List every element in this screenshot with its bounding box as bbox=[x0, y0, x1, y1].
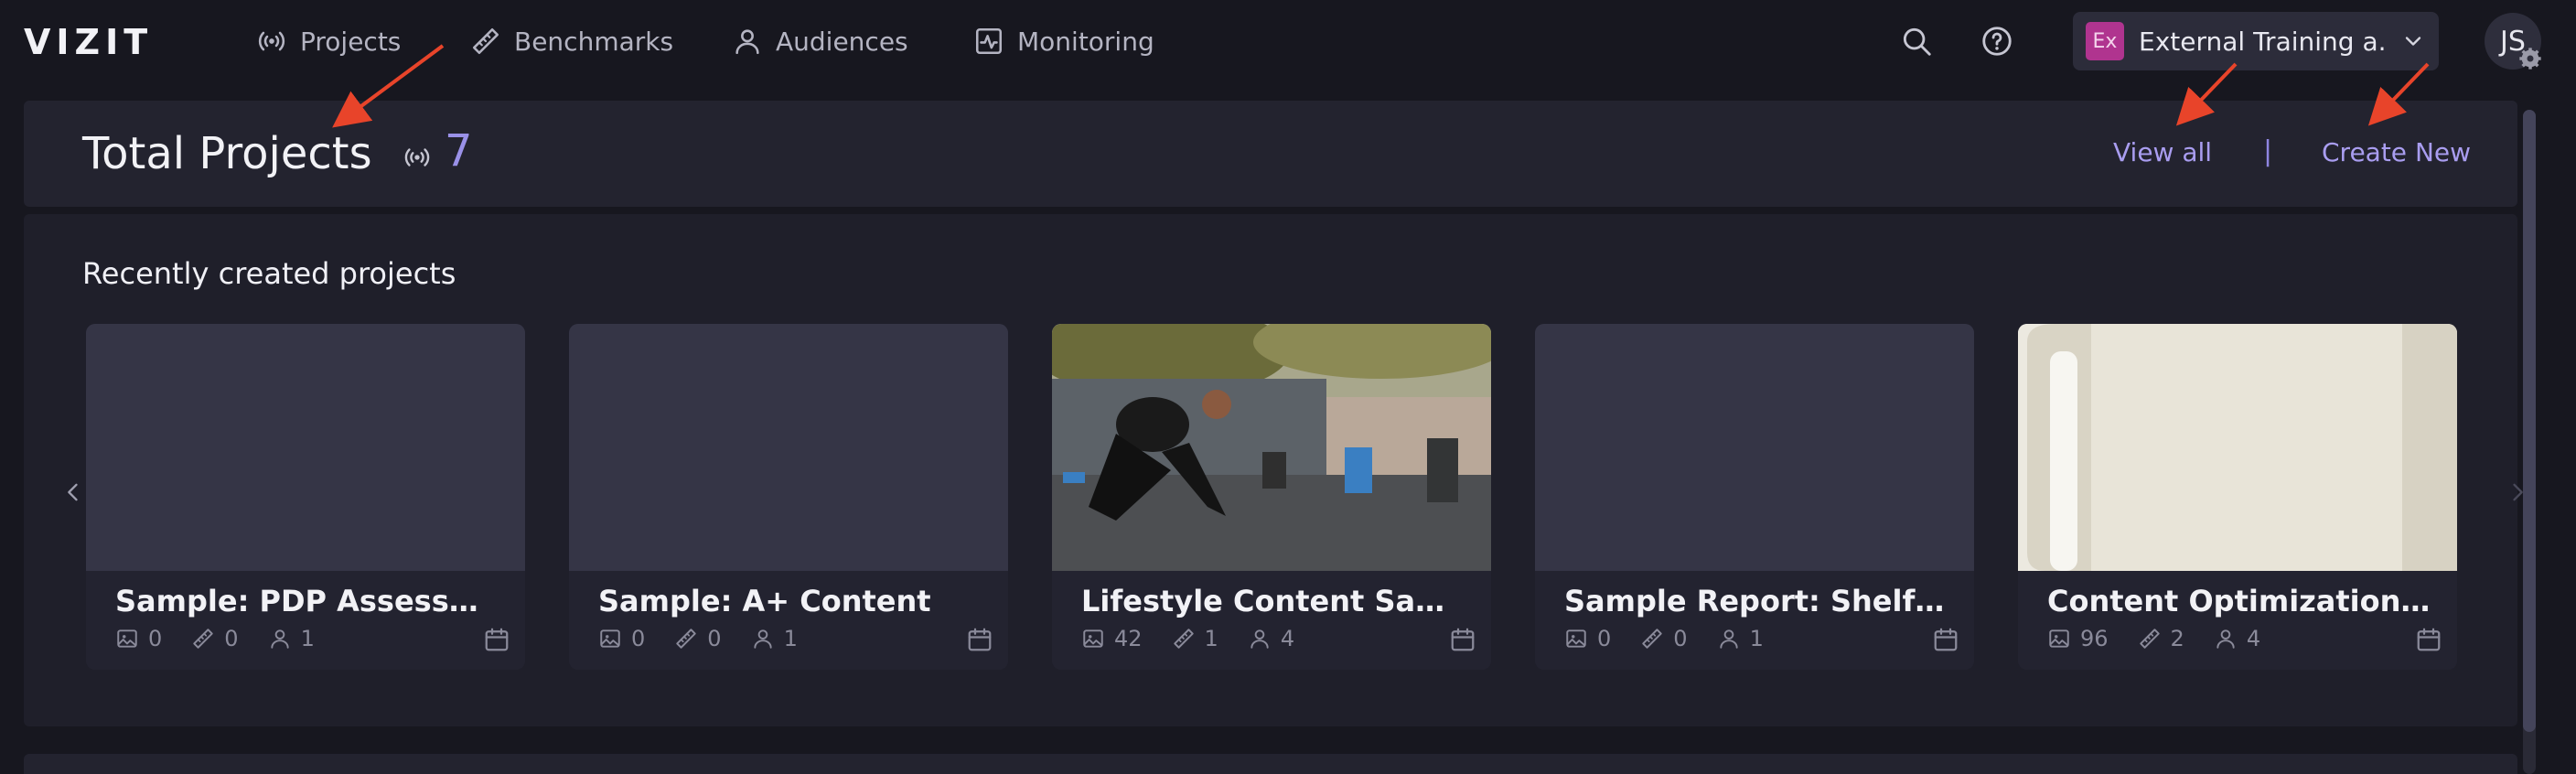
help-icon[interactable] bbox=[1980, 24, 2014, 59]
organization-select[interactable]: Ex External Training a... bbox=[2073, 12, 2439, 70]
user-icon bbox=[2214, 627, 2238, 650]
benchmark-count: 0 bbox=[224, 626, 239, 651]
user-icon bbox=[268, 627, 292, 650]
chevron-down-icon bbox=[2405, 37, 2421, 46]
project-count: 7 bbox=[445, 125, 473, 177]
ruler-icon bbox=[1172, 627, 1196, 650]
project-thumbnail bbox=[1535, 324, 1974, 571]
vizit-logo[interactable]: VIZIT bbox=[24, 22, 153, 62]
benchmark-count: 0 bbox=[1673, 626, 1688, 651]
project-card[interactable]: Lifestyle Content Sample ... 42 1 4 bbox=[1052, 324, 1491, 670]
image-icon bbox=[115, 627, 139, 650]
image-count: 0 bbox=[1597, 626, 1612, 651]
chevron-left-icon[interactable] bbox=[60, 479, 86, 505]
org-badge: Ex bbox=[2086, 22, 2124, 60]
user-icon bbox=[751, 627, 775, 650]
nav-benchmarks[interactable]: Benchmarks bbox=[470, 22, 673, 60]
user-icon bbox=[1248, 627, 1272, 650]
monitor-chart-icon bbox=[973, 26, 1004, 57]
project-card[interactable]: Content Optimization Sam... 96 2 4 bbox=[2018, 324, 2457, 670]
view-all-link[interactable]: View all bbox=[2113, 137, 2212, 167]
audience-count: 1 bbox=[1749, 626, 1764, 651]
ruler-icon bbox=[470, 26, 501, 57]
project-name: Content Optimization Sam... bbox=[2047, 584, 2431, 618]
project-stats: 0 0 1 bbox=[115, 626, 335, 651]
project-thumbnail bbox=[569, 324, 1008, 571]
user-icon bbox=[732, 26, 763, 57]
nav-projects[interactable]: Projects bbox=[256, 22, 401, 60]
project-stats: 0 0 1 bbox=[598, 626, 818, 651]
benchmark-count: 0 bbox=[707, 626, 722, 651]
calendar-icon[interactable] bbox=[2415, 626, 2442, 653]
create-new-link[interactable]: Create New bbox=[2322, 137, 2471, 167]
ruler-icon bbox=[674, 627, 698, 650]
project-name: Lifestyle Content Sample ... bbox=[1081, 584, 1465, 618]
project-stats: 96 2 4 bbox=[2047, 626, 2281, 651]
project-card-footer: Content Optimization Sam... 96 2 4 bbox=[2018, 571, 2457, 670]
project-name: Sample Report: Shelf Tests bbox=[1564, 584, 1948, 618]
nav-monitoring-label: Monitoring bbox=[1017, 26, 1154, 57]
broadcast-icon bbox=[256, 26, 287, 57]
project-card-footer: Sample: A+ Content 0 0 1 bbox=[569, 571, 1008, 670]
calendar-icon[interactable] bbox=[1449, 626, 1476, 653]
project-thumbnail bbox=[86, 324, 525, 571]
benchmark-count: 2 bbox=[2170, 626, 2184, 651]
audience-count: 1 bbox=[300, 626, 315, 651]
project-card-footer: Lifestyle Content Sample ... 42 1 4 bbox=[1052, 571, 1491, 670]
audience-count: 4 bbox=[2246, 626, 2261, 651]
project-name: Sample: A+ Content bbox=[598, 584, 931, 618]
scrollbar-thumb[interactable] bbox=[2523, 110, 2536, 732]
image-count: 42 bbox=[1114, 626, 1143, 651]
top-navigation: VIZIT Projects Benchmarks Audiences Moni… bbox=[0, 0, 2576, 82]
calendar-icon[interactable] bbox=[966, 626, 993, 653]
ruler-icon bbox=[191, 627, 215, 650]
nav-audiences[interactable]: Audiences bbox=[732, 22, 908, 60]
gear-icon[interactable] bbox=[2517, 46, 2543, 71]
nav-projects-label: Projects bbox=[300, 26, 402, 57]
project-card[interactable]: Sample: PDP Assessment 0 0 1 bbox=[86, 324, 525, 670]
ruler-icon bbox=[1640, 627, 1664, 650]
page-title: Total Projects bbox=[82, 128, 372, 179]
nav-benchmarks-label: Benchmarks bbox=[514, 26, 674, 57]
search-icon[interactable] bbox=[1899, 24, 1934, 59]
total-projects-header: Total Projects 7 View all | Create New bbox=[24, 101, 2517, 207]
image-icon bbox=[1564, 627, 1588, 650]
nav-monitoring[interactable]: Monitoring bbox=[973, 22, 1154, 60]
broadcast-icon bbox=[402, 143, 432, 172]
image-count: 96 bbox=[2080, 626, 2109, 651]
image-icon bbox=[1081, 627, 1105, 650]
org-name: External Training a... bbox=[2139, 26, 2386, 57]
tumbler-photo-thumbnail bbox=[2018, 324, 2457, 571]
calendar-icon[interactable] bbox=[483, 626, 510, 653]
image-count: 0 bbox=[631, 626, 646, 651]
section-title: Recently created projects bbox=[82, 256, 456, 291]
project-name: Sample: PDP Assessment bbox=[115, 584, 499, 618]
benchmark-count: 1 bbox=[1204, 626, 1218, 651]
athlete-photo-thumbnail bbox=[1052, 324, 1491, 571]
ruler-icon bbox=[2138, 627, 2162, 650]
project-card[interactable]: Sample: A+ Content 0 0 1 bbox=[569, 324, 1008, 670]
image-count: 0 bbox=[148, 626, 163, 651]
project-card-footer: Sample: PDP Assessment 0 0 1 bbox=[86, 571, 525, 670]
project-stats: 0 0 1 bbox=[1564, 626, 1784, 651]
link-divider: | bbox=[2263, 135, 2273, 167]
project-card[interactable]: Sample Report: Shelf Tests 0 0 1 bbox=[1535, 324, 1974, 670]
audience-count: 1 bbox=[783, 626, 798, 651]
image-icon bbox=[598, 627, 622, 650]
image-icon bbox=[2047, 627, 2071, 650]
next-section-edge bbox=[24, 754, 2517, 774]
audience-count: 4 bbox=[1280, 626, 1295, 651]
calendar-icon[interactable] bbox=[1932, 626, 1959, 653]
recent-projects-section: Recently created projects Sample: PDP As… bbox=[24, 214, 2523, 726]
project-card-footer: Sample Report: Shelf Tests 0 0 1 bbox=[1535, 571, 1974, 670]
user-icon bbox=[1717, 627, 1741, 650]
project-stats: 42 1 4 bbox=[1081, 626, 1315, 651]
nav-audiences-label: Audiences bbox=[776, 26, 908, 57]
